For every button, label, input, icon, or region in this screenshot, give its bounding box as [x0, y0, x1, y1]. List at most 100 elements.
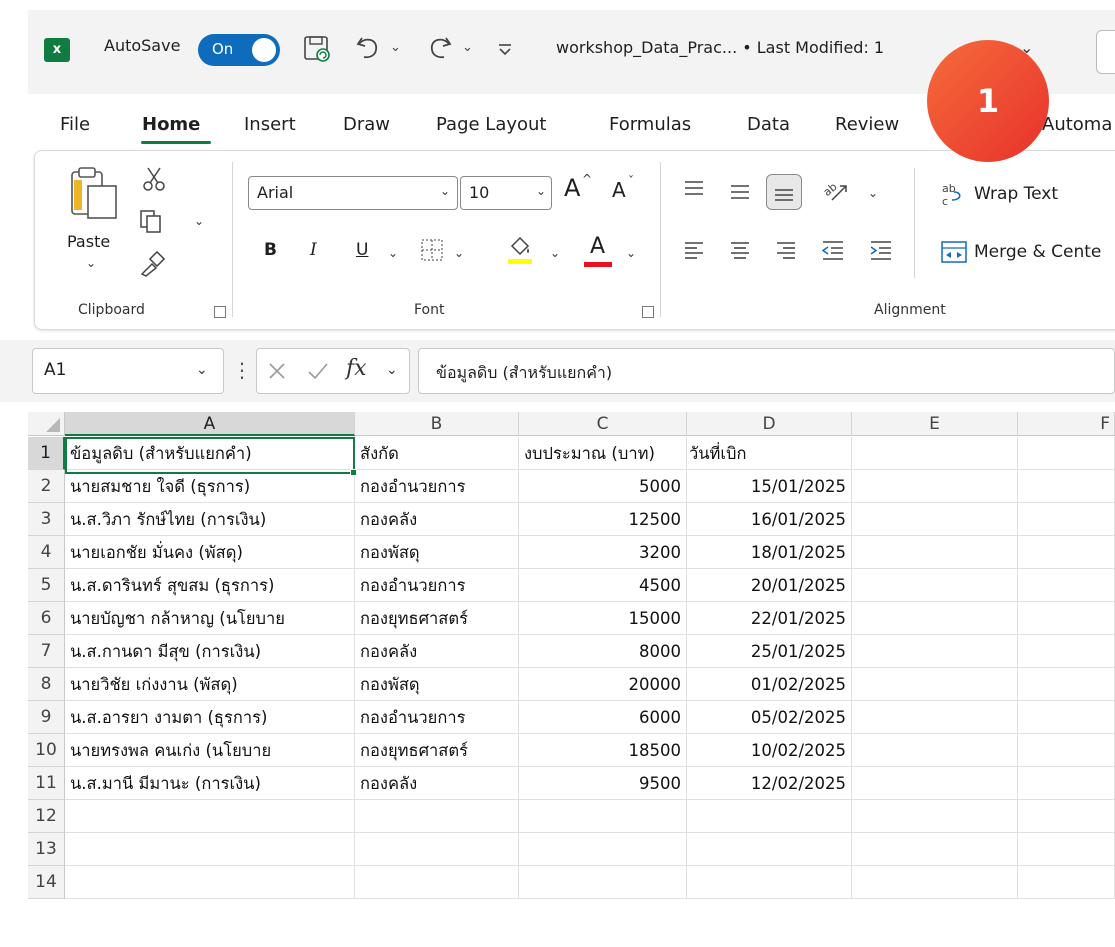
cell-c[interactable]: 9500 — [519, 767, 687, 800]
undo-dropdown-icon[interactable]: ⌄ — [390, 40, 401, 55]
fill-color-icon[interactable] — [504, 234, 536, 266]
redo-icon[interactable] — [424, 32, 454, 62]
cell-f[interactable] — [1018, 800, 1115, 833]
paste-button[interactable]: Paste — [67, 232, 110, 251]
cell-d[interactable] — [687, 866, 852, 899]
cell-f[interactable] — [1018, 734, 1115, 767]
tab-page-layout[interactable]: Page Layout — [436, 114, 547, 135]
row-header[interactable]: 14 — [28, 866, 65, 899]
document-title[interactable]: workshop_Data_Prac... • Last Modified: 1 — [556, 38, 884, 57]
tab-insert[interactable]: Insert — [244, 114, 296, 135]
cell-e[interactable] — [852, 701, 1018, 734]
cell-c[interactable] — [519, 833, 687, 866]
cell-c[interactable] — [519, 866, 687, 899]
row-header[interactable]: 13 — [28, 833, 65, 866]
cut-icon[interactable] — [142, 166, 166, 192]
cell-b[interactable] — [355, 833, 519, 866]
cell-a[interactable]: นายสมชาย ใจดี (ธุรการ) — [65, 470, 355, 503]
cell-b[interactable]: สังกัด — [355, 437, 519, 470]
customize-qat-icon[interactable] — [496, 40, 514, 58]
underline-dropdown-icon[interactable]: ⌄ — [388, 246, 398, 260]
cell-e[interactable] — [852, 602, 1018, 635]
cell-d[interactable]: 25/01/2025 — [687, 635, 852, 668]
cell-a[interactable]: นายบัญชา กล้าหาญ (นโยบาย — [65, 602, 355, 635]
cell-b[interactable] — [355, 800, 519, 833]
column-header-e[interactable]: E — [852, 412, 1018, 436]
row-header[interactable]: 2 — [28, 470, 65, 503]
tab-formulas[interactable]: Formulas — [609, 114, 691, 135]
cell-f[interactable] — [1018, 833, 1115, 866]
tab-file[interactable]: File — [60, 114, 90, 135]
cell-a[interactable] — [65, 800, 355, 833]
wrap-text-icon[interactable]: ab c — [940, 180, 968, 208]
cell-a[interactable]: นายวิชัย เก่งงาน (พัสดุ) — [65, 668, 355, 701]
italic-button[interactable]: I — [310, 240, 317, 260]
enter-icon[interactable] — [306, 360, 330, 382]
row-header[interactable]: 10 — [28, 734, 65, 767]
copy-icon[interactable] — [138, 208, 164, 234]
cell-c[interactable]: 8000 — [519, 635, 687, 668]
cell-d[interactable]: 22/01/2025 — [687, 602, 852, 635]
cell-c[interactable]: 12500 — [519, 503, 687, 536]
row-header[interactable]: 11 — [28, 767, 65, 800]
fill-handle[interactable] — [350, 469, 357, 476]
tab-automate[interactable]: Automa — [1042, 114, 1112, 135]
cell-c[interactable]: 6000 — [519, 701, 687, 734]
align-middle-icon[interactable] — [728, 180, 752, 204]
cell-b[interactable]: กองอำนวยการ — [355, 701, 519, 734]
cell-e[interactable] — [852, 503, 1018, 536]
cell-a[interactable]: น.ส.มานี มีมานะ (การเงิน) — [65, 767, 355, 800]
cell-b[interactable]: กองอำนวยการ — [355, 470, 519, 503]
cell-f[interactable] — [1018, 635, 1115, 668]
borders-dropdown-icon[interactable]: ⌄ — [454, 246, 464, 260]
row-header[interactable]: 3 — [28, 503, 65, 536]
cell-f[interactable] — [1018, 437, 1115, 470]
font-color-button[interactable]: A — [590, 234, 605, 259]
align-right-icon[interactable] — [774, 238, 798, 262]
cell-f[interactable] — [1018, 866, 1115, 899]
row-header[interactable]: 1 — [28, 437, 65, 470]
cell-f[interactable] — [1018, 701, 1115, 734]
cell-b[interactable]: กองคลัง — [355, 767, 519, 800]
cell-c[interactable]: 20000 — [519, 668, 687, 701]
cell-f[interactable] — [1018, 470, 1115, 503]
column-header-c[interactable]: C — [519, 412, 687, 436]
cell-a[interactable] — [65, 833, 355, 866]
cell-a[interactable]: น.ส.ดารินทร์ สุขสม (ธุรการ) — [65, 569, 355, 602]
cell-d[interactable]: วันที่เบิก — [687, 437, 852, 470]
row-header[interactable]: 5 — [28, 569, 65, 602]
column-header-a[interactable]: A — [65, 412, 355, 436]
row-header[interactable]: 12 — [28, 800, 65, 833]
align-left-icon[interactable] — [682, 238, 706, 262]
cell-b[interactable]: กองอำนวยการ — [355, 569, 519, 602]
column-header-b[interactable]: B — [355, 412, 519, 436]
cell-e[interactable] — [852, 470, 1018, 503]
cell-c[interactable] — [519, 800, 687, 833]
cell-c[interactable]: 18500 — [519, 734, 687, 767]
column-header-d[interactable]: D — [687, 412, 852, 436]
row-header[interactable]: 8 — [28, 668, 65, 701]
tab-review[interactable]: Review — [835, 114, 899, 135]
cell-f[interactable] — [1018, 602, 1115, 635]
row-header[interactable]: 7 — [28, 635, 65, 668]
cell-e[interactable] — [852, 668, 1018, 701]
cell-e[interactable] — [852, 734, 1018, 767]
cell-b[interactable]: กองยุทธศาสตร์ — [355, 734, 519, 767]
cell-a[interactable]: ข้อมูลดิบ (สำหรับแยกคำ) — [65, 437, 355, 470]
cancel-icon[interactable] — [266, 360, 288, 382]
align-center-icon[interactable] — [728, 238, 752, 262]
cell-c[interactable]: 3200 — [519, 536, 687, 569]
font-launcher-icon[interactable] — [642, 306, 654, 318]
cell-e[interactable] — [852, 800, 1018, 833]
cell-b[interactable]: กองคลัง — [355, 503, 519, 536]
cell-a[interactable]: น.ส.วิภา รักษ์ไทย (การเงิน) — [65, 503, 355, 536]
cell-a[interactable]: นายเอกชัย มั่นคง (พัสดุ) — [65, 536, 355, 569]
merge-center-button[interactable]: Merge & Cente — [974, 242, 1101, 262]
paste-icon[interactable] — [66, 164, 126, 224]
cell-e[interactable] — [852, 635, 1018, 668]
select-all-button[interactable] — [28, 412, 65, 436]
shrink-font-button[interactable]: A — [612, 178, 626, 202]
fill-color-dropdown-icon[interactable]: ⌄ — [550, 246, 560, 260]
cell-c[interactable]: 4500 — [519, 569, 687, 602]
cell-c[interactable]: 15000 — [519, 602, 687, 635]
